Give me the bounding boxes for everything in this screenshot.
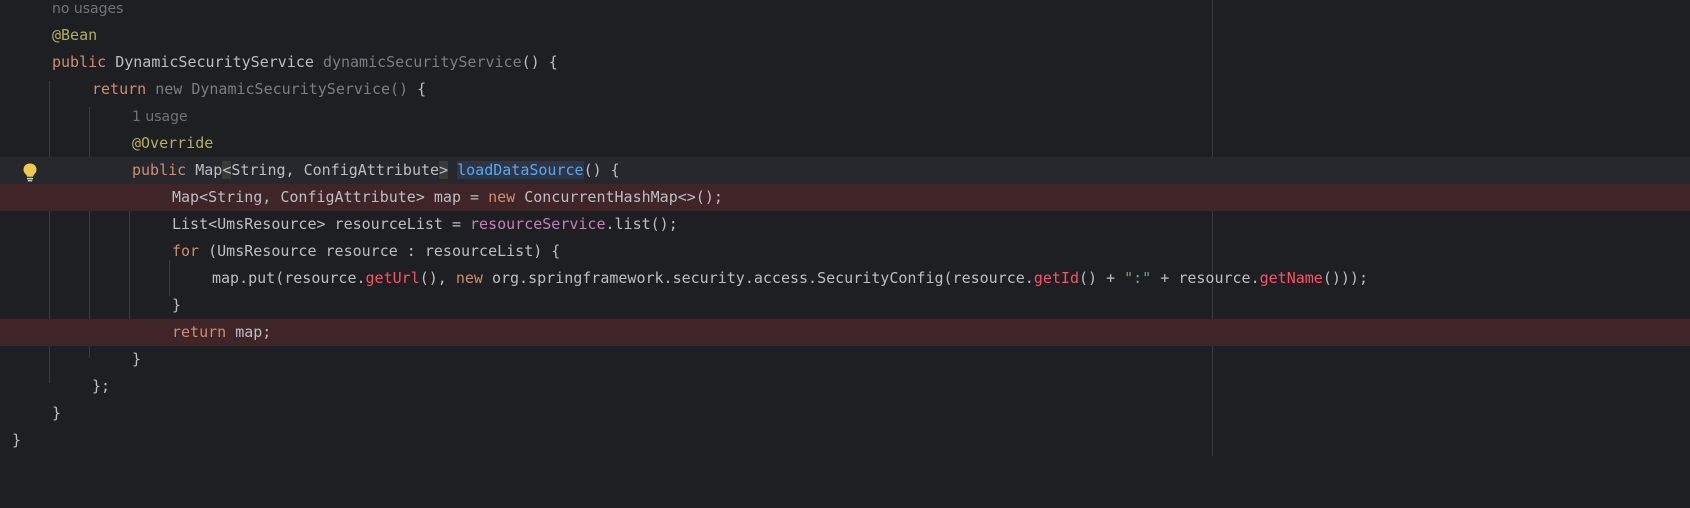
punctuation: (), (419, 269, 456, 287)
usage-hint[interactable]: 1 usage (132, 109, 188, 125)
method-call: getId (1033, 269, 1079, 287)
lightbulb-icon[interactable] (21, 162, 39, 182)
punctuation: () + (1078, 269, 1125, 287)
constructor-call: ConcurrentHashMap<>(); (524, 188, 723, 206)
punctuation: ())); (1322, 269, 1368, 287)
keyword: return (172, 323, 227, 341)
annotation: @Bean (52, 26, 98, 44)
type-name: DynamicSecurityService (115, 53, 314, 71)
keyword: new (455, 269, 483, 287)
punctuation: () { (583, 161, 620, 179)
code-line: public DynamicSecurityService dynamicSec… (0, 49, 1690, 76)
punctuation: } (132, 350, 142, 368)
code-line: 1 usage (0, 103, 1690, 130)
method-name: dynamicSecurityService (322, 53, 522, 71)
punctuation: () { (521, 53, 558, 71)
code-line: for (UmsResource resource : resourceList… (0, 238, 1690, 265)
keyword: new (155, 80, 183, 98)
string-literal: ":" (1124, 269, 1152, 287)
for-header: (UmsResource resource : resourceList) { (199, 242, 561, 260)
constructor-call: DynamicSecurityService() (191, 80, 409, 98)
punctuation: } (172, 296, 182, 314)
method-call: getName (1259, 269, 1323, 287)
declaration: Map<String, ConfigAttribute> map = (172, 188, 489, 206)
annotation: @Override (132, 134, 214, 152)
code-line-breakpoint: return map; (0, 319, 1690, 346)
statement: map.put(resource. (212, 269, 366, 287)
punctuation: }; (92, 377, 111, 395)
code-line: } (0, 400, 1690, 427)
field-reference: resourceService (470, 215, 606, 233)
code-line: no usages (0, 0, 1690, 22)
code-line: } (0, 427, 1690, 454)
punctuation: + resource. (1151, 269, 1260, 287)
code-line: List<UmsResource> resourceList = resourc… (0, 211, 1690, 238)
code-line: } (0, 292, 1690, 319)
statement: map; (235, 323, 272, 341)
keyword: for (172, 242, 200, 260)
code-editor[interactable]: no usages @Bean public DynamicSecuritySe… (0, 0, 1690, 456)
code-line: map.put(resource.getUrl(), new org.sprin… (0, 265, 1690, 292)
generic-args: String, ConfigAttribute (231, 161, 440, 179)
method-call: getUrl (365, 269, 420, 287)
code-line: @Override (0, 130, 1690, 157)
code-line: } (0, 346, 1690, 373)
declaration: List<UmsResource> resourceList = (172, 215, 471, 233)
keyword: new (488, 188, 516, 206)
code-line-current: public Map<String, ConfigAttribute> load… (0, 157, 1690, 184)
type-name: Map (195, 161, 223, 179)
punctuation: } (12, 431, 22, 449)
code-line: return new DynamicSecurityService() { (0, 76, 1690, 103)
brace-match: > (439, 161, 449, 179)
brace-match: < (222, 161, 232, 179)
code-line: @Bean (0, 22, 1690, 49)
usage-hint[interactable]: no usages (52, 1, 123, 17)
code-line: }; (0, 373, 1690, 400)
keyword: return (92, 80, 147, 98)
punctuation: { (417, 80, 427, 98)
method-call: .list(); (605, 215, 678, 233)
code-line-breakpoint: Map<String, ConfigAttribute> map = new C… (0, 184, 1690, 211)
qualified-class: org.springframework.security.access.Secu… (491, 269, 1034, 287)
keyword: public (132, 161, 187, 179)
punctuation: } (52, 404, 62, 422)
keyword: public (52, 53, 107, 71)
method-name: loadDataSource (457, 161, 584, 179)
